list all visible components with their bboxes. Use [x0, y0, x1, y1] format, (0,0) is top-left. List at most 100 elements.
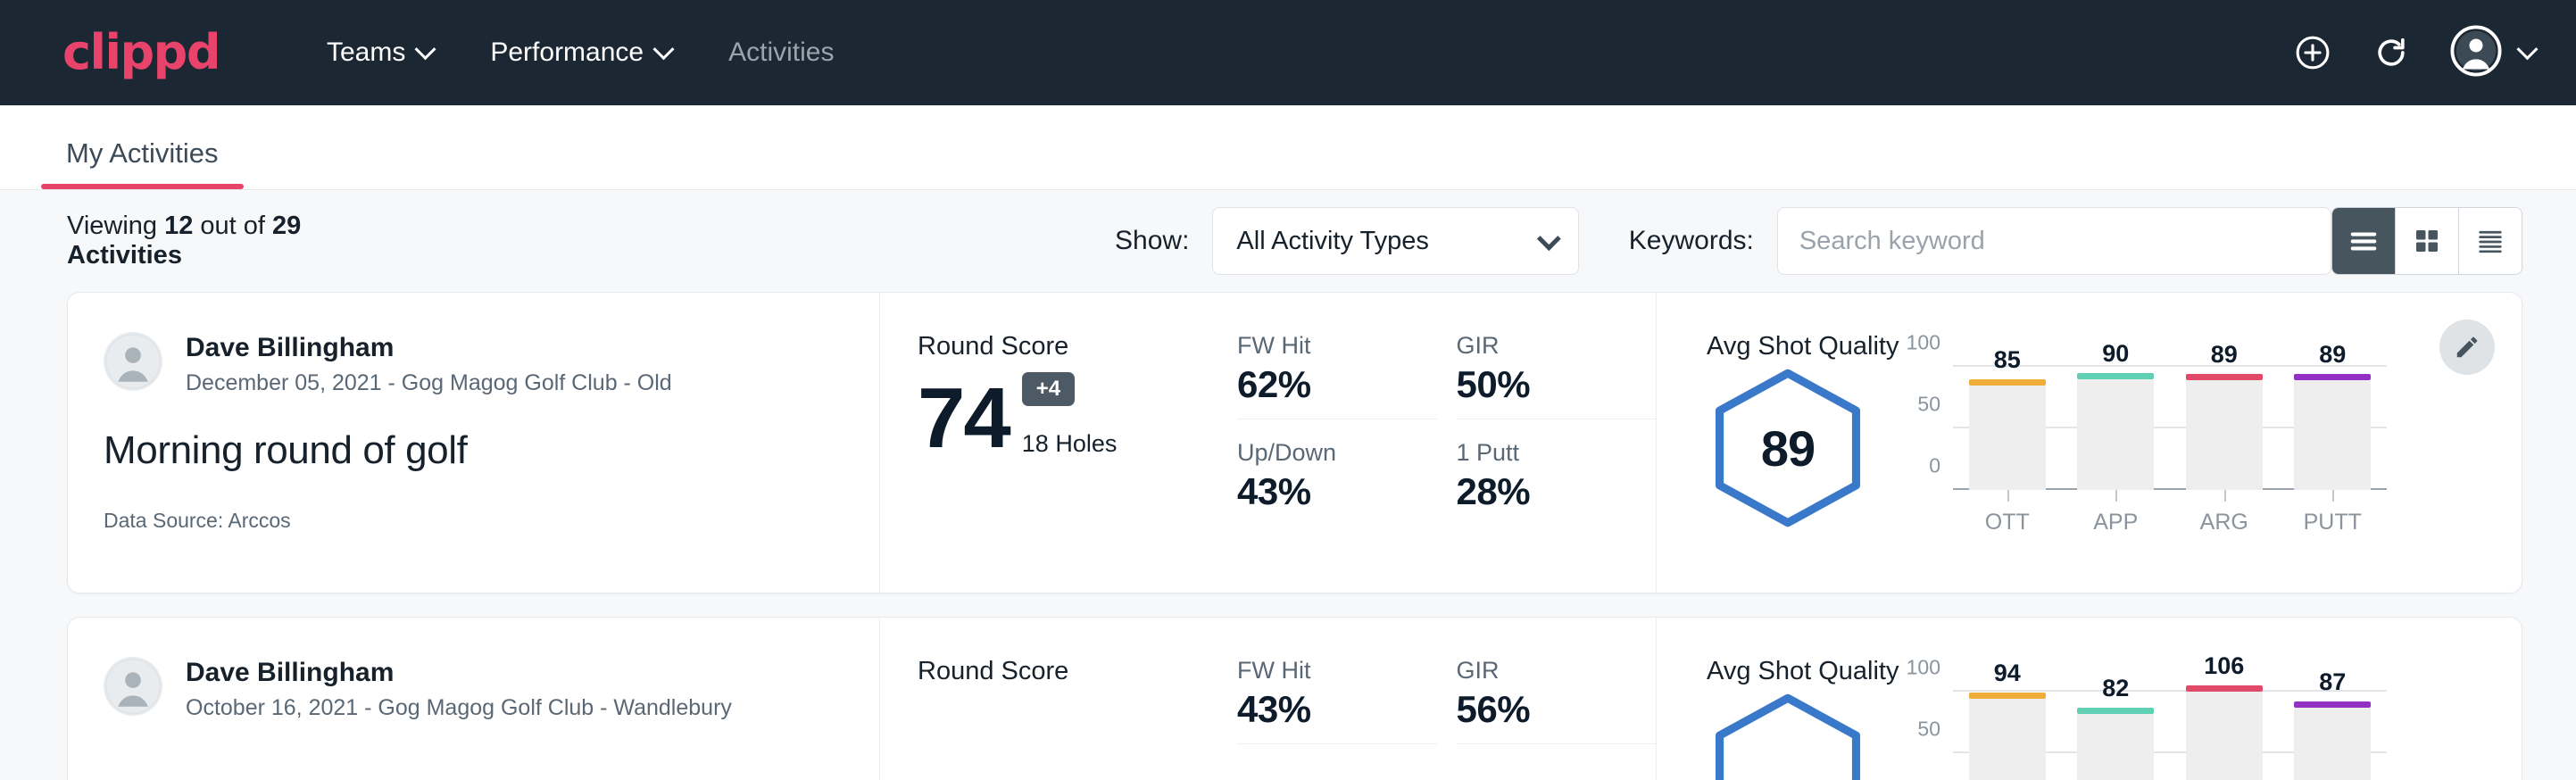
avatar: [104, 332, 162, 391]
chart-x-tick-label: PUTT: [2304, 510, 2362, 535]
nav-item-performance-label: Performance: [490, 37, 644, 68]
chevron-down-icon: [2516, 38, 2538, 60]
chart-bar: 85: [1969, 386, 2046, 490]
nav-item-performance[interactable]: Performance: [461, 37, 700, 68]
chart-bar-slot: 89: [2186, 367, 2263, 490]
nav-item-activities[interactable]: Activities: [700, 37, 862, 68]
stat-gir-value: 56%: [1457, 688, 1617, 731]
chart-bar-cap: 94: [1969, 693, 2046, 699]
grid-view-icon: [2411, 225, 2443, 257]
stat-fw-hit: FW Hit 62%: [1237, 332, 1437, 419]
stat-fw-hit-label: FW Hit: [1237, 657, 1398, 685]
tab-my-activities[interactable]: My Activities: [41, 137, 244, 189]
chart-bar-cap: 106: [2186, 685, 2263, 692]
chart-x-tick: APP: [2077, 490, 2154, 536]
activity-user-name: Dave Billingham: [186, 657, 732, 688]
viewing-suffix: Activities: [67, 241, 182, 270]
chart-bar: 106: [2186, 692, 2263, 780]
keyword-search-box[interactable]: [1777, 207, 2332, 275]
person-avatar-icon: [104, 332, 162, 391]
chart-bars: 85908989: [1953, 367, 2387, 490]
chevron-down-icon: [415, 38, 436, 60]
chart-bar-cap: 87: [2294, 701, 2371, 708]
nav-item-teams[interactable]: Teams: [298, 37, 461, 68]
chart-x-tick: ARG: [2186, 490, 2263, 536]
chart-bar-value-label: 87: [2294, 668, 2371, 696]
activity-user-name: Dave Billingham: [186, 332, 672, 363]
chart-x-tick: PUTT: [2294, 490, 2371, 536]
view-mode-grid-button[interactable]: [2396, 208, 2459, 274]
account-menu[interactable]: [2450, 25, 2535, 81]
view-mode-list-button[interactable]: [2332, 208, 2396, 274]
avg-shot-quality-column: Avg Shot Quality 050100948210687OTTAPPAR…: [1657, 618, 2522, 780]
avg-shot-quality-body: 050100948210687OTTAPPARGPUTT: [1707, 692, 2414, 780]
viewing-summary: Viewing 12 out of 29 Activities: [67, 212, 388, 270]
stat-one-putt-label: 1 Putt: [1457, 439, 1617, 467]
chart-bar-slot: 94: [1969, 692, 2046, 780]
round-score-label: Round Score: [918, 332, 1237, 361]
activity-author-text: Dave Billingham December 05, 2021 - Gog …: [186, 332, 672, 396]
refresh-icon[interactable]: [2372, 33, 2411, 72]
nav-actions: [2293, 25, 2535, 81]
activity-title: Morning round of golf: [104, 428, 843, 473]
brand-logo[interactable]: clippd: [62, 29, 220, 77]
stat-gir: GIR 56%: [1457, 657, 1657, 744]
chart-bar: 89: [2294, 380, 2371, 490]
chart-bar-value-label: 85: [1969, 346, 2046, 374]
round-score-column: Round Score 74 +4 18 Holes: [880, 293, 1237, 593]
activity-data-source: Data Source: Arccos: [104, 509, 843, 533]
activity-meta: December 05, 2021 - Gog Magog Golf Club …: [186, 370, 672, 396]
activity-type-select-value: All Activity Types: [1236, 227, 1537, 256]
avatar: [104, 657, 162, 716]
score-to-par-badge: +4: [1022, 372, 1075, 406]
chart-bar-slot: 89: [2294, 367, 2371, 490]
round-score-side: +4 18 Holes: [1022, 372, 1118, 458]
chart-bar-slot: 85: [1969, 367, 2046, 490]
chart-x-tick: OTT: [1969, 490, 2046, 536]
stat-up-down-value: 43%: [1237, 470, 1398, 513]
chart-x-tick-label: OTT: [1985, 510, 2030, 535]
chart-bar: 82: [2077, 714, 2154, 780]
stat-fw-hit-value: 43%: [1237, 688, 1398, 731]
chart-bar-slot: 82: [2077, 692, 2154, 780]
nav-item-activities-label: Activities: [728, 37, 834, 68]
edit-activity-button[interactable]: [2439, 319, 2495, 375]
stat-up-down: Up/Down 43%: [1237, 439, 1437, 513]
activity-card[interactable]: Dave Billingham December 05, 2021 - Gog …: [67, 292, 2522, 593]
chart-bar-cap: 89: [2294, 374, 2371, 380]
view-mode-compact-button[interactable]: [2459, 208, 2522, 274]
top-navbar: clippd Teams Performance Activities: [0, 0, 2576, 105]
pencil-icon: [2454, 334, 2480, 361]
viewing-total: 29: [272, 212, 301, 240]
stat-one-putt-value: 28%: [1457, 470, 1617, 513]
activity-type-select[interactable]: All Activity Types: [1212, 207, 1578, 275]
stat-gir-label: GIR: [1457, 332, 1617, 360]
chart-x-tick-label: APP: [2093, 510, 2138, 535]
add-circle-icon[interactable]: [2293, 33, 2332, 72]
chart-bar-value-label: 82: [2077, 675, 2154, 702]
activity-card[interactable]: Dave Billingham October 16, 2021 - Gog M…: [67, 617, 2522, 780]
chart-bar-cap: 89: [2186, 374, 2263, 380]
chart-bar-slot: 90: [2077, 367, 2154, 490]
avg-shot-quality-column: Avg Shot Quality 89 05010085908989OTTAPP…: [1657, 293, 2522, 593]
shot-quality-bar-chart: 05010085908989OTTAPPARGPUTT: [1905, 367, 2387, 536]
chart-bar-value-label: 94: [1969, 660, 2046, 687]
stats-column: FW Hit 43% GIR 56%: [1237, 618, 1657, 780]
chart-y-tick-label: 100: [1907, 331, 1940, 355]
chart-y-tick-label: 100: [1907, 656, 1940, 680]
chart-y-tick-label: 0: [1929, 454, 1940, 478]
stat-gir-value: 50%: [1457, 363, 1617, 406]
list-view-icon: [2347, 224, 2381, 258]
stat-gir: GIR 50%: [1457, 332, 1657, 419]
chart-bar: 90: [2077, 379, 2154, 490]
keywords-label: Keywords:: [1629, 226, 1754, 256]
chart-bar-value-label: 106: [2186, 652, 2263, 680]
search-input[interactable]: [1799, 227, 2310, 256]
round-score-column: Round Score: [880, 618, 1237, 780]
shot-quality-hexagon: 89: [1707, 367, 1869, 529]
stat-one-putt: 1 Putt 28%: [1457, 439, 1657, 513]
chart-bar-slot: 106: [2186, 692, 2263, 780]
round-score-row: 74 +4 18 Holes: [918, 372, 1237, 458]
chart-bar: 89: [2186, 380, 2263, 490]
activity-author: Dave Billingham October 16, 2021 - Gog M…: [104, 657, 843, 721]
